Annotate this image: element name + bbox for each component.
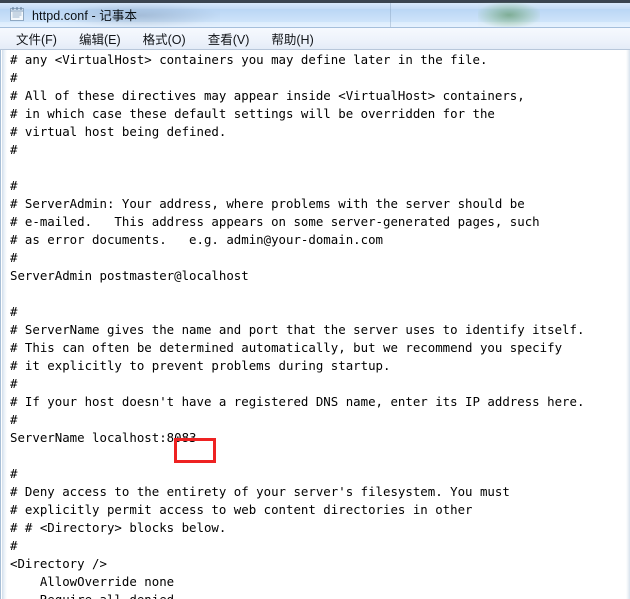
text-editor-area[interactable]: # any <VirtualHost> containers you may d… [0, 50, 630, 599]
menu-bar: 文件(F) 编辑(E) 格式(O) 查看(V) 帮助(H) [0, 28, 630, 50]
title-bar[interactable]: httpd.conf - 记事本 [0, 0, 630, 28]
editor-text-content[interactable]: # any <VirtualHost> containers you may d… [10, 51, 584, 599]
menu-item-edit[interactable]: 编辑(E) [71, 28, 129, 50]
title-bar-content: httpd.conf - 记事本 [9, 0, 138, 27]
menu-item-help[interactable]: 帮助(H) [263, 28, 321, 50]
notepad-window: httpd.conf - 记事本 文件(F) 编辑(E) 格式(O) 查看(V)… [0, 0, 630, 599]
window-title: httpd.conf - 记事本 [32, 8, 138, 23]
menu-item-format[interactable]: 格式(O) [135, 28, 194, 50]
menu-item-file[interactable]: 文件(F) [8, 28, 65, 50]
glass-backdrop-seam [390, 3, 391, 27]
notepad-icon [9, 6, 25, 22]
glass-backdrop-green-blur [478, 2, 540, 27]
editor-left-edge-shadow [2, 50, 7, 599]
editor-right-edge-shadow [626, 50, 629, 599]
menu-item-view[interactable]: 查看(V) [200, 28, 258, 50]
